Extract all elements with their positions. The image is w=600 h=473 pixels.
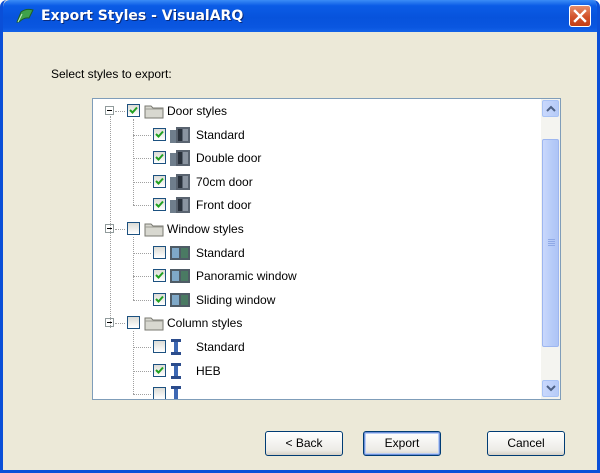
tree-guide-horizontal [115,323,125,325]
checkmark-icon [129,106,138,114]
style-checkbox[interactable] [153,151,166,165]
select-styles-label: Select styles to export: [51,67,172,81]
window-icon [170,245,190,260]
chevron-up-icon [546,105,556,112]
thumb-grip [548,245,555,246]
tree-guide-vertical [110,116,111,329]
tree-guide-vertical [133,236,134,300]
checkmark-icon [155,366,164,374]
tree-guide-horizontal [133,276,151,278]
door-icon [170,126,190,143]
tree-guide-horizontal [133,181,151,183]
tree-guide-horizontal [133,134,151,136]
folder-icon [144,105,164,119]
style-checkbox[interactable] [153,363,166,377]
column-icon [171,362,181,379]
group-label: Door styles [167,104,228,118]
door-icon [170,150,190,167]
window-icon [170,292,190,307]
group-checkbox[interactable] [127,222,140,235]
style-checkbox[interactable] [153,174,166,188]
scroll-thumb[interactable] [542,139,559,347]
checkmark-icon [155,154,164,162]
style-label: 70cm door [196,174,253,189]
tree-guide-vertical [133,331,134,395]
door-icon [170,173,190,190]
checkmark-icon [155,201,164,209]
folder-icon [144,223,164,237]
export-styles-dialog: Export Styles - VisualARQ Select styles … [0,0,600,473]
style-label: Panoramic window [196,269,297,284]
style-checkbox[interactable] [153,245,166,259]
tree-guide-horizontal [133,394,151,396]
style-checkbox[interactable] [153,387,166,399]
group-label: Column styles [167,316,243,331]
style-label: Front door [196,198,252,213]
checkmark-icon [155,272,164,280]
style-label: Double door [196,151,262,166]
style-checkbox[interactable] [153,340,166,353]
vertical-scrollbar[interactable] [541,99,560,399]
group-checkbox[interactable] [127,104,140,117]
thumb-grip [548,243,555,244]
checkmark-icon [155,295,164,303]
style-checkbox[interactable] [153,127,166,141]
tree-guide-horizontal [133,158,151,160]
tree-guide-vertical [133,118,134,206]
close-icon [573,9,587,23]
expand-collapse-toggle[interactable] [105,106,114,115]
style-checkbox[interactable] [153,292,166,306]
style-label: Standard [196,245,245,260]
scroll-down-button[interactable] [542,380,559,397]
style-label: Standard [196,127,245,142]
style-label: HEB [196,363,221,378]
thumb-grip [548,239,555,240]
tree-guide-horizontal [115,111,125,112]
tree-guide-horizontal [133,347,151,348]
style-checkbox[interactable] [153,198,166,212]
cancel-button[interactable]: Cancel [487,431,565,456]
checkmark-icon [155,130,164,138]
chevron-down-icon [546,385,556,392]
group-label: Window styles [167,222,244,236]
style-label: Sliding window [196,292,276,307]
door-icon [170,197,190,214]
title-bar[interactable]: Export Styles - VisualARQ [3,0,597,32]
tree-content: Door styles Standard Double door 70cm door F… [93,99,541,399]
folder-icon [144,317,164,331]
window-title: Export Styles - VisualARQ [41,8,244,24]
tree-guide-horizontal [133,299,151,301]
column-icon [171,339,181,355]
export-button[interactable]: Export [363,431,441,456]
back-button[interactable]: < Back [265,431,343,456]
thumb-grip [548,241,555,242]
scroll-up-button[interactable] [542,100,559,117]
visualarq-logo-icon [16,8,34,23]
close-button[interactable] [569,5,591,27]
group-checkbox[interactable] [127,316,140,330]
style-label: Standard [196,340,245,354]
tree-guide-horizontal [115,229,125,230]
window-icon [170,269,190,284]
checkmark-icon [155,177,164,185]
column-icon [171,386,181,399]
tree-guide-horizontal [133,252,151,254]
tree-guide-horizontal [133,205,151,207]
tree-guide-horizontal [133,370,151,372]
style-checkbox[interactable] [153,269,166,283]
styles-tree[interactable]: Door styles Standard Double door 70cm door F… [92,98,561,400]
